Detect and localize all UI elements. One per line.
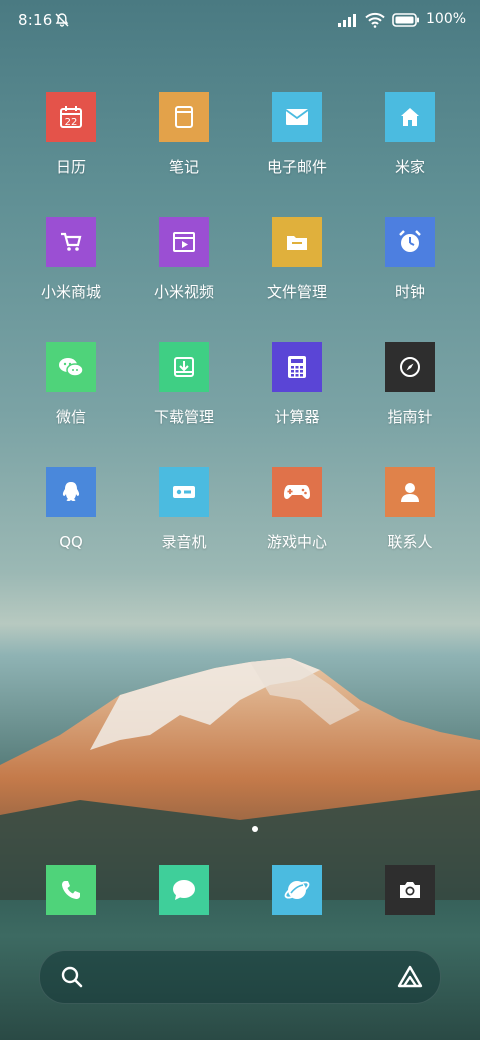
app-mijia[interactable]: 米家 xyxy=(355,92,465,176)
app-recorder[interactable]: 录音机 xyxy=(129,467,239,551)
gamepad-icon xyxy=(272,467,322,517)
status-bar: 8:16 100% xyxy=(0,0,480,40)
app-qq[interactable]: QQ xyxy=(16,467,126,551)
app-wechat[interactable]: 微信 xyxy=(16,342,126,426)
app-clock[interactable]: 时钟 xyxy=(355,217,465,301)
bell-muted-icon xyxy=(55,13,69,27)
battery-percent: 100% xyxy=(426,11,467,27)
app-label: 录音机 xyxy=(161,533,207,551)
app-label: 日历 xyxy=(55,158,86,176)
app-label: 下载管理 xyxy=(153,408,214,426)
home-icon xyxy=(385,92,435,142)
app-label: 计算器 xyxy=(274,408,320,426)
app-label: 米家 xyxy=(394,158,425,176)
mail-icon xyxy=(272,92,322,142)
app-label: 小米视频 xyxy=(153,283,214,301)
app-notes[interactable]: 笔记 xyxy=(129,92,239,176)
app-mi-video[interactable]: 小米视频 xyxy=(129,217,239,301)
folder-icon xyxy=(272,217,322,267)
app-label: 笔记 xyxy=(168,158,199,176)
app-mi-store[interactable]: 小米商城 xyxy=(16,217,126,301)
app-file-manager[interactable]: 文件管理 xyxy=(242,217,352,301)
recorder-icon xyxy=(159,467,209,517)
download-icon xyxy=(159,342,209,392)
signal-icon xyxy=(338,14,356,27)
wechat-icon xyxy=(46,342,96,392)
contacts-icon xyxy=(385,467,435,517)
notes-icon xyxy=(159,92,209,142)
calculator-icon xyxy=(272,342,322,392)
app-label: 联系人 xyxy=(387,533,433,551)
app-mail[interactable]: 电子邮件 xyxy=(242,92,352,176)
app-game-center[interactable]: 游戏中心 xyxy=(242,467,352,551)
cart-icon xyxy=(46,217,96,267)
message-icon[interactable] xyxy=(159,865,209,915)
calendar-icon: 22 xyxy=(46,92,96,142)
app-download-manager[interactable]: 下载管理 xyxy=(129,342,239,426)
status-time: 8:16 xyxy=(18,11,53,29)
video-icon xyxy=(159,217,209,267)
app-calculator[interactable]: 计算器 xyxy=(242,342,352,426)
app-label: 指南针 xyxy=(387,408,433,426)
wallpaper-mountain xyxy=(0,658,480,900)
clock-icon xyxy=(385,217,435,267)
qq-icon xyxy=(46,467,96,517)
search-bar[interactable] xyxy=(39,950,441,1004)
assistant-icon[interactable] xyxy=(396,964,424,990)
app-label: 电子邮件 xyxy=(266,158,327,176)
calendar-day: 22 xyxy=(65,117,78,128)
app-label: 微信 xyxy=(55,408,86,426)
app-label: QQ xyxy=(59,533,83,551)
phone-icon[interactable] xyxy=(46,865,96,915)
app-compass[interactable]: 指南针 xyxy=(355,342,465,426)
app-label: 文件管理 xyxy=(266,283,327,301)
app-calendar[interactable]: 22 日历 xyxy=(16,92,126,176)
battery-icon xyxy=(392,13,419,27)
search-icon[interactable] xyxy=(60,965,84,989)
app-contacts[interactable]: 联系人 xyxy=(355,467,465,551)
camera-icon[interactable] xyxy=(385,865,435,915)
app-label: 时钟 xyxy=(394,283,425,301)
page-indicator-dot xyxy=(252,826,258,832)
compass-icon xyxy=(385,342,435,392)
wifi-icon xyxy=(365,12,385,28)
app-label: 小米商城 xyxy=(40,283,101,301)
app-label: 游戏中心 xyxy=(266,533,327,551)
browser-icon[interactable] xyxy=(272,865,322,915)
